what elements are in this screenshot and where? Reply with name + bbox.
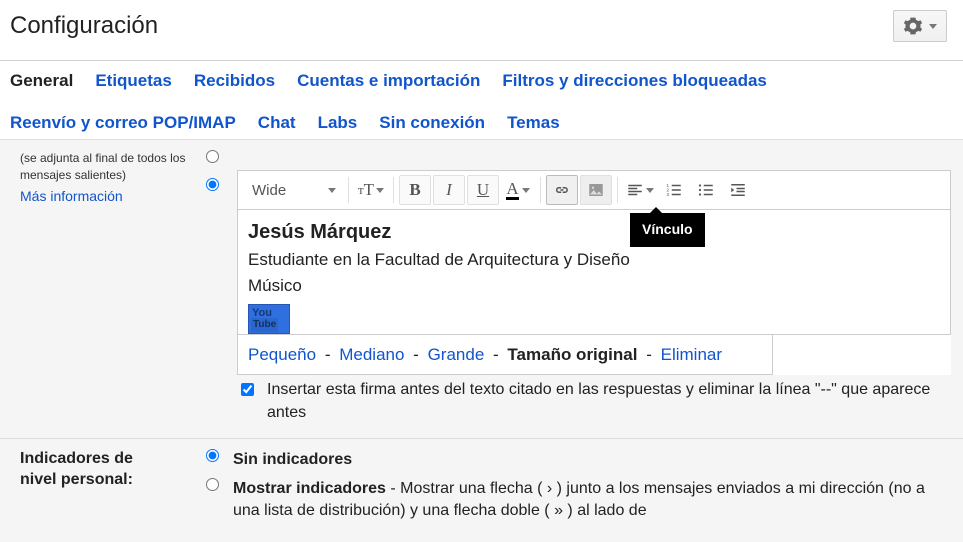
image-size-bar: Pequeño - Mediano - Grande - Tamaño orig…	[237, 335, 773, 376]
font-family-value: Wide	[252, 180, 286, 201]
italic-button[interactable]: I	[433, 175, 465, 205]
insert-before-label: Insertar esta firma antes del texto cita…	[267, 379, 951, 424]
image-icon	[587, 181, 605, 199]
learn-more-link[interactable]: Más información	[20, 188, 123, 204]
indicators-title-1: Indicadores de	[20, 449, 196, 470]
font-family-selector[interactable]: Wide	[244, 180, 344, 201]
signature-note: (se adjunta al final de todos los mensaj…	[20, 150, 196, 184]
tab-general[interactable]: General	[10, 71, 73, 91]
numbered-list-button[interactable]: 123	[658, 175, 690, 205]
signature-use-radio[interactable]	[206, 178, 219, 191]
show-indicators-radio[interactable]	[206, 478, 219, 491]
indent-button[interactable]	[722, 175, 754, 205]
chevron-down-icon	[376, 188, 384, 193]
signature-content-area[interactable]: Jesús Márquez Estudiante en la Facultad …	[237, 210, 951, 335]
show-indicators-bold: Mostrar indicadores	[233, 480, 386, 497]
chevron-down-icon	[522, 188, 530, 193]
tab-reenvio[interactable]: Reenvío y correo POP/IMAP	[10, 113, 236, 133]
signature-name: Jesús Márquez	[248, 214, 940, 246]
link-icon	[553, 181, 571, 199]
tooltip-link: Vínculo	[630, 213, 705, 247]
signature-none-radio[interactable]	[206, 150, 219, 163]
youtube-image[interactable]	[248, 304, 290, 334]
page-title: Configuración	[10, 12, 158, 40]
tab-recibidos[interactable]: Recibidos	[194, 71, 275, 91]
no-indicators-label: Sin indicadores	[233, 451, 352, 468]
svg-text:3: 3	[667, 192, 670, 197]
chevron-down-icon	[929, 24, 937, 29]
tab-sinconexion[interactable]: Sin conexión	[379, 113, 485, 133]
signature-line1: Estudiante en la Facultad de Arquitectur…	[248, 246, 940, 272]
section-indicators: Indicadores de nivel personal: Sin indic…	[0, 438, 963, 542]
tab-chat[interactable]: Chat	[258, 113, 296, 133]
signature-editor: Wide тT B I U	[237, 170, 951, 375]
insert-image-button[interactable]	[580, 175, 612, 205]
size-large-link[interactable]: Grande	[428, 345, 485, 364]
chevron-down-icon	[328, 188, 336, 193]
underline-button[interactable]: U	[467, 175, 499, 205]
insert-link-button[interactable]	[546, 175, 578, 205]
align-button[interactable]	[622, 175, 658, 205]
no-indicators-radio[interactable]	[206, 449, 219, 462]
bold-button[interactable]: B	[399, 175, 431, 205]
indicators-title-2: nivel personal:	[20, 470, 196, 491]
gear-icon	[903, 16, 923, 36]
settings-tabs: General Etiquetas Recibidos Cuentas e im…	[0, 61, 963, 139]
tab-cuentas[interactable]: Cuentas e importación	[297, 71, 480, 91]
tab-filtros[interactable]: Filtros y direcciones bloqueadas	[502, 71, 767, 91]
section-signature: (se adjunta al final de todos los mensaj…	[0, 140, 963, 438]
align-left-icon	[626, 181, 644, 199]
bullet-list-icon	[697, 181, 715, 199]
bullet-list-button[interactable]	[690, 175, 722, 205]
size-original-current: Tamaño original	[507, 345, 637, 364]
insert-before-checkbox[interactable]	[241, 383, 254, 396]
editor-toolbar: Wide тT B I U	[237, 170, 951, 210]
text-color-button[interactable]: A	[500, 175, 536, 205]
font-size-button[interactable]: тT	[353, 175, 389, 205]
size-medium-link[interactable]: Mediano	[339, 345, 404, 364]
size-remove-link[interactable]: Eliminar	[661, 345, 722, 364]
size-small-link[interactable]: Pequeño	[248, 345, 316, 364]
settings-gear-button[interactable]	[893, 10, 947, 42]
tab-etiquetas[interactable]: Etiquetas	[95, 71, 172, 91]
signature-line2: Músico	[248, 272, 940, 298]
numbered-list-icon: 123	[665, 181, 683, 199]
indent-icon	[729, 181, 747, 199]
tab-labs[interactable]: Labs	[318, 113, 358, 133]
tab-temas[interactable]: Temas	[507, 113, 560, 133]
chevron-down-icon	[646, 188, 654, 193]
